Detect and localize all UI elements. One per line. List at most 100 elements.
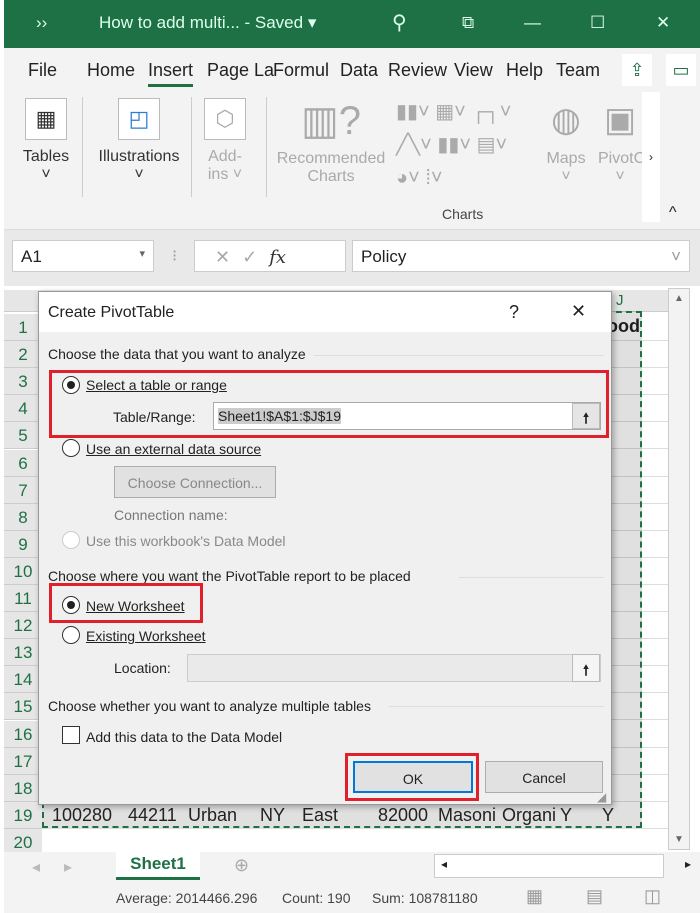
close-button[interactable]: ✕ <box>656 13 670 33</box>
line-chart-icon[interactable]: ╱╲˅ <box>396 134 432 156</box>
page-layout-icon[interactable]: ▤ <box>586 886 603 907</box>
search-icon[interactable]: ⚲ <box>392 10 407 35</box>
insert-function-icon[interactable]: fx <box>269 247 286 268</box>
row-header[interactable]: 17 <box>4 747 42 775</box>
vertical-scrollbar[interactable]: ▲ ▼ <box>668 288 690 850</box>
data-model-label[interactable]: Use this workbook's Data Model <box>86 533 286 549</box>
maps-button[interactable]: ◍ Maps ˅ <box>542 100 590 186</box>
waterfall-chart-icon[interactable]: ┌┐˅ <box>471 101 511 123</box>
tab-formulas[interactable]: Formul <box>273 60 329 81</box>
chart-type-buttons[interactable]: ▮▮˅ ▦˅ ┌┐˅ ╱╲˅ ▮▮˅ ▤˅ ◕˅ ⁞˅ <box>396 96 546 195</box>
row-header[interactable]: 9 <box>4 530 42 558</box>
comments-icon[interactable]: ▭ <box>666 54 696 86</box>
row-header[interactable]: 19 <box>4 801 42 829</box>
cell[interactable]: East <box>302 805 338 826</box>
row-header[interactable]: 4 <box>4 395 42 423</box>
new-worksheet-label[interactable]: New Worksheet <box>86 598 185 614</box>
tab-help[interactable]: Help <box>506 60 543 81</box>
scroll-down-icon[interactable]: ▼ <box>669 834 689 845</box>
pivotchart-button[interactable]: ▣ PivotC ˅ <box>598 100 642 186</box>
row-header[interactable]: 18 <box>4 774 42 802</box>
next-sheet-icon[interactable]: ▸ <box>64 857 72 877</box>
existing-worksheet-label[interactable]: Existing Worksheet <box>86 628 206 644</box>
maximize-button[interactable]: ☐ <box>590 13 605 33</box>
cell[interactable]: Masoni <box>438 805 500 826</box>
resize-grip-icon[interactable]: ◢ <box>597 790 606 804</box>
dialog-close-button[interactable]: ✕ <box>571 301 586 322</box>
row-header[interactable]: 7 <box>4 476 42 504</box>
row-header[interactable]: 13 <box>4 639 42 667</box>
tab-team[interactable]: Team <box>556 60 600 81</box>
row-header[interactable]: 1 <box>4 314 42 341</box>
formula-input[interactable]: Policy ˅ <box>352 240 690 272</box>
new-worksheet-radio[interactable] <box>62 596 80 614</box>
row-header[interactable]: 14 <box>4 666 42 694</box>
select-range-label[interactable]: Select a table or range <box>86 377 227 393</box>
ribbon-scroll-right[interactable]: › <box>642 92 660 222</box>
tab-home[interactable]: Home <box>87 60 135 81</box>
row-header[interactable]: 16 <box>4 720 42 748</box>
add-data-model-label[interactable]: Add this data to the Data Model <box>86 729 282 745</box>
row-header[interactable]: 10 <box>4 557 42 585</box>
collapse-dialog-icon[interactable]: 🠕 <box>572 403 600 429</box>
cell[interactable]: Y <box>560 805 572 826</box>
collapse-ribbon-icon[interactable]: ^ <box>669 204 677 222</box>
row-header[interactable]: 15 <box>4 693 42 721</box>
table-range-input[interactable]: Sheet1!$A$1:$J$19 <box>213 402 601 430</box>
share-icon[interactable]: ⇪ <box>622 54 652 86</box>
cancel-button[interactable]: Cancel <box>485 761 603 793</box>
tab-page-layout[interactable]: Page La <box>207 60 274 81</box>
cell[interactable]: 100280 <box>52 805 112 826</box>
row-header[interactable]: 5 <box>4 422 42 450</box>
select-range-radio[interactable] <box>62 376 80 394</box>
row-header[interactable]: 8 <box>4 503 42 531</box>
normal-view-icon[interactable]: ▦ <box>526 886 543 907</box>
enter-icon[interactable]: ✓ <box>242 247 257 267</box>
ok-button[interactable]: OK <box>353 761 473 793</box>
row-header[interactable]: 6 <box>4 449 42 477</box>
ribbon-display-icon[interactable]: ⧉ <box>462 13 474 33</box>
tab-review[interactable]: Review <box>388 60 447 81</box>
quick-access-more[interactable]: ›› <box>36 13 47 33</box>
horizontal-scrollbar[interactable]: ◂ ▸ <box>434 854 691 878</box>
row-header[interactable]: 3 <box>4 368 42 396</box>
tab-data[interactable]: Data <box>340 60 378 81</box>
external-source-radio[interactable] <box>62 439 80 457</box>
illustrations-button[interactable]: ◰ Illustrations ˅ <box>88 98 190 184</box>
cell[interactable]: 44211 <box>128 805 177 826</box>
choose-connection-button[interactable]: Choose Connection... <box>114 466 276 498</box>
cell[interactable]: 82000 <box>378 805 428 826</box>
hierarchy-chart-icon[interactable]: ▦˅ <box>435 101 466 123</box>
external-source-label[interactable]: Use an external data source <box>86 441 261 457</box>
tab-view[interactable]: View <box>454 60 493 81</box>
cell[interactable]: Urban <box>188 805 237 826</box>
scroll-up-icon[interactable]: ▲ <box>669 293 689 304</box>
name-box[interactable]: A1 ▾ <box>12 240 154 272</box>
row-header[interactable]: 2 <box>4 341 42 369</box>
cell[interactable]: NY <box>260 805 285 826</box>
tab-insert[interactable]: Insert <box>148 60 194 87</box>
help-button[interactable]: ? <box>509 302 519 323</box>
row-header[interactable]: 11 <box>4 585 42 612</box>
cell[interactable]: Organi <box>502 805 560 826</box>
cell[interactable]: Y <box>602 805 614 826</box>
pie-chart-icon[interactable]: ◕˅ <box>396 167 420 189</box>
column-header-j[interactable]: J <box>616 292 624 309</box>
data-model-radio[interactable] <box>62 531 80 549</box>
tab-file[interactable]: File <box>28 60 57 81</box>
recommended-charts-button[interactable]: ▥? Recommended Charts <box>272 98 390 186</box>
sheet-tab-sheet1[interactable]: Sheet1 <box>116 850 200 880</box>
scatter-chart-icon[interactable]: ⁞˅ <box>425 167 442 189</box>
prev-sheet-icon[interactable]: ◂ <box>32 857 40 877</box>
location-input[interactable] <box>187 654 601 682</box>
column-chart-icon[interactable]: ▮▮˅ <box>396 101 430 123</box>
document-title[interactable]: How to add multi... - Saved ▾ <box>99 13 316 33</box>
tables-button[interactable]: ▦ Tables ˅ <box>16 98 76 184</box>
addins-button[interactable]: ⬡ Add-ins ˅ <box>200 98 250 184</box>
combo-chart-icon[interactable]: ▤˅ <box>477 134 508 156</box>
existing-worksheet-radio[interactable] <box>62 626 80 644</box>
row-header[interactable]: 12 <box>4 612 42 640</box>
page-break-icon[interactable]: ◫ <box>644 886 661 907</box>
cancel-icon[interactable]: ✕ <box>215 247 230 267</box>
collapse-dialog-icon[interactable]: 🠕 <box>572 654 600 682</box>
